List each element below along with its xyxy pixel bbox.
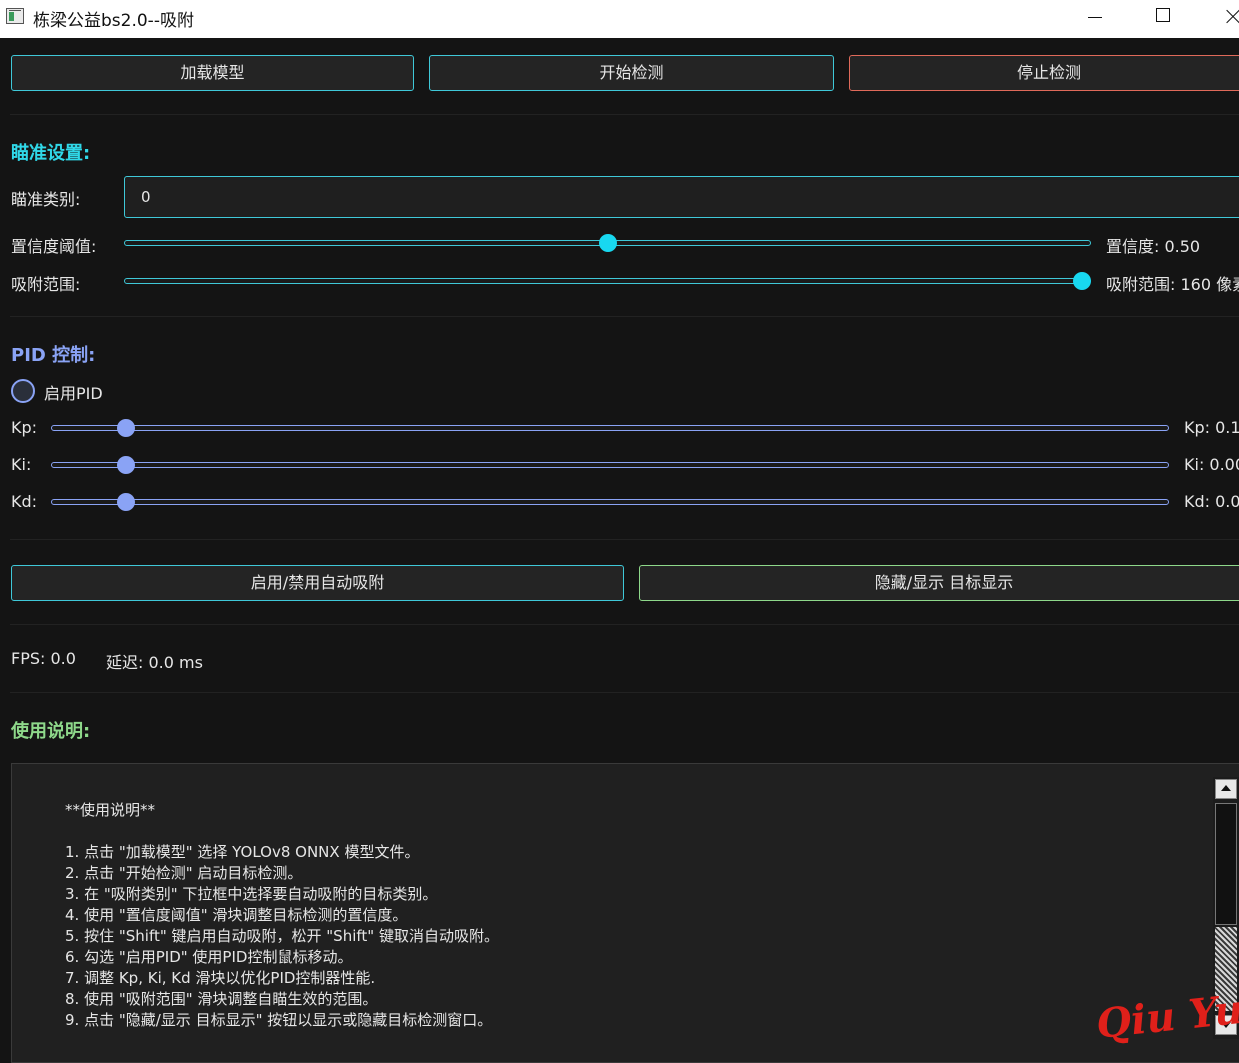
title-bar: 栋梁公益bs2.0--吸附	[0, 0, 1239, 38]
pid-control-title: PID 控制:	[11, 345, 96, 366]
divider	[10, 114, 1239, 115]
help-line: 4. 使用 "置信度阈值" 滑块调整目标检测的置信度。	[65, 906, 408, 924]
slider-track	[51, 499, 1169, 505]
scroll-track[interactable]	[1215, 803, 1237, 925]
divider	[10, 316, 1239, 317]
kd-slider[interactable]	[51, 492, 1169, 514]
minimize-icon[interactable]	[1073, 2, 1117, 32]
toggle-target-display-button[interactable]: 隐藏/显示 目标显示	[639, 565, 1239, 601]
kp-slider[interactable]	[51, 418, 1169, 440]
help-title: 使用说明:	[11, 721, 91, 742]
kp-value: Kp: 0.10	[1184, 418, 1239, 437]
app-icon	[6, 8, 24, 24]
help-line: 5. 按住 "Shift" 键启用自动吸附，松开 "Shift" 键取消自动吸附…	[65, 927, 499, 945]
slider-track	[51, 425, 1169, 431]
divider	[10, 539, 1239, 540]
help-line: 2. 点击 "开始检测" 启动目标检测。	[65, 864, 303, 882]
maximize-icon[interactable]	[1142, 2, 1186, 32]
scroll-up-icon[interactable]	[1215, 779, 1237, 799]
aim-class-label: 瞄准类别:	[11, 190, 81, 209]
aim-class-select[interactable]: 0	[124, 176, 1239, 218]
help-line: 1. 点击 "加载模型" 选择 YOLOv8 ONNX 模型文件。	[65, 843, 420, 861]
slider-handle[interactable]	[1073, 272, 1091, 290]
help-line: 6. 勾选 "启用PID" 使用PID控制鼠标移动。	[65, 948, 353, 966]
window-title: 栋梁公益bs2.0--吸附	[33, 11, 194, 31]
slider-handle[interactable]	[599, 234, 617, 252]
slider-handle[interactable]	[117, 456, 135, 474]
snap-range-label: 吸附范围:	[11, 275, 81, 294]
enable-pid-checkbox[interactable]	[11, 379, 35, 403]
confidence-threshold-label: 置信度阈值:	[11, 237, 97, 256]
fps-readout: FPS: 0.0	[11, 649, 76, 668]
ki-label: Ki:	[11, 455, 32, 474]
kp-label: Kp:	[11, 418, 38, 437]
help-line: 8. 使用 "吸附范围" 滑块调整自瞄生效的范围。	[65, 990, 378, 1008]
toggle-auto-snap-button[interactable]: 启用/禁用自动吸附	[11, 565, 624, 601]
divider	[10, 692, 1239, 693]
slider-handle[interactable]	[117, 419, 135, 437]
slider-track	[51, 462, 1169, 468]
enable-pid-label: 启用PID	[44, 384, 103, 403]
kd-value: Kd: 0.00	[1184, 492, 1239, 511]
slider-track	[124, 278, 1091, 284]
help-line: 7. 调整 Kp, Ki, Kd 滑块以优化PID控制器性能.	[65, 969, 376, 987]
slider-handle[interactable]	[117, 493, 135, 511]
aim-class-value: 0	[141, 188, 151, 206]
stop-detect-button[interactable]: 停止检测	[849, 55, 1239, 91]
help-text: **使用说明** 1. 点击 "加载模型" 选择 YOLOv8 ONNX 模型文…	[65, 800, 499, 1031]
confidence-slider[interactable]	[124, 233, 1091, 255]
help-line: 3. 在 "吸附类别" 下拉框中选择要自动吸附的目标类别。	[65, 885, 438, 903]
ki-value: Ki: 0.00	[1184, 455, 1239, 474]
aim-settings-title: 瞄准设置:	[11, 143, 91, 164]
confidence-value: 置信度: 0.50	[1106, 237, 1201, 256]
help-heading: **使用说明**	[65, 801, 156, 819]
kd-label: Kd:	[11, 492, 38, 511]
ki-slider[interactable]	[51, 455, 1169, 477]
snap-range-value: 吸附范围: 160 像素	[1106, 275, 1239, 294]
latency-readout: 延迟: 0.0 ms	[106, 653, 203, 672]
help-text-area[interactable]: **使用说明** 1. 点击 "加载模型" 选择 YOLOv8 ONNX 模型文…	[11, 763, 1239, 1063]
start-detect-button[interactable]: 开始检测	[429, 55, 834, 91]
close-icon[interactable]	[1204, 2, 1239, 32]
load-model-button[interactable]: 加载模型	[11, 55, 414, 91]
snap-range-slider[interactable]	[124, 271, 1091, 293]
divider	[10, 624, 1239, 625]
help-line: 9. 点击 "隐藏/显示 目标显示" 按钮以显示或隐藏目标检测窗口。	[65, 1011, 493, 1029]
